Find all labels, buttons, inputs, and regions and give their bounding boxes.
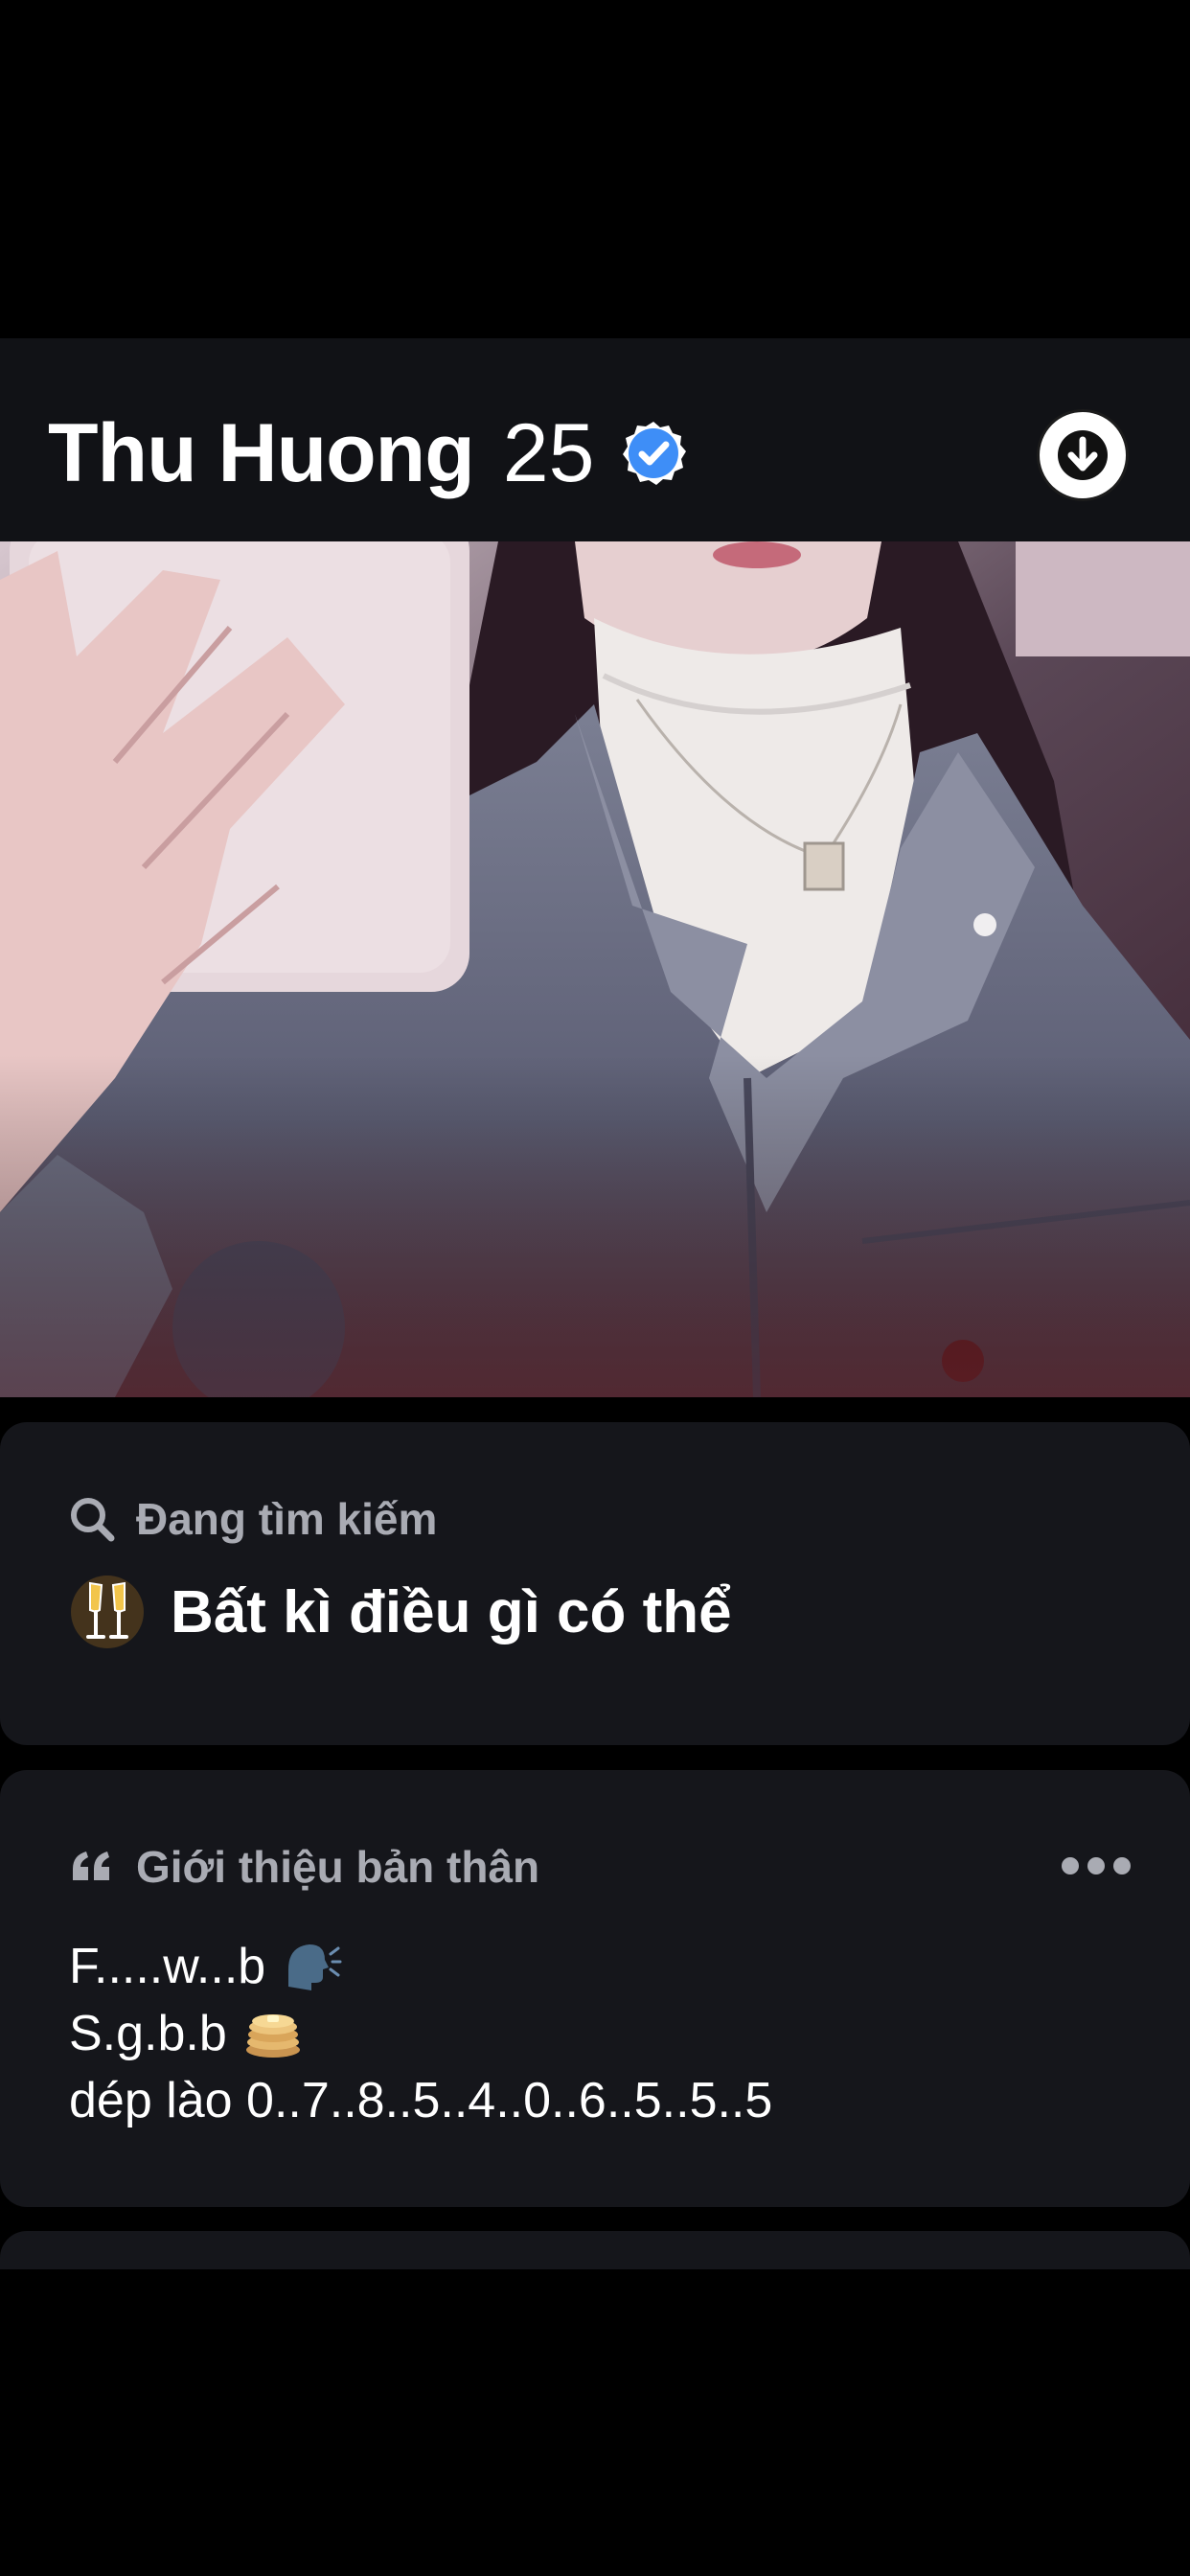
more-options-button[interactable]: [1062, 1854, 1131, 1877]
more-dots-icon: [1062, 1857, 1079, 1874]
search-icon: [69, 1496, 115, 1542]
download-button[interactable]: [1037, 409, 1129, 501]
profile-photo-image: [0, 541, 1190, 1397]
more-dots-icon: [1113, 1857, 1131, 1874]
looking-for-value: Bất kì điều gì có thể: [69, 1574, 732, 1650]
bio-line: dép lào 0..7..8..5..4..0..6..5..5..5: [69, 2067, 772, 2134]
about-me-title: Giới thiệu bản thân: [69, 1841, 539, 1893]
pancakes-icon: [242, 2006, 304, 2061]
bio-line-text: dép lào 0..7..8..5..4..0..6..5..5..5: [69, 2073, 773, 2128]
about-me-card: Giới thiệu bản thân F.....w...b S.g.b.b: [0, 1770, 1190, 2207]
profile-header: Thu Huong 25: [0, 338, 1190, 541]
champagne-glasses-icon: [69, 1574, 146, 1650]
bio-line-text: F.....w...b: [69, 1939, 266, 1994]
profile-screen: Thu Huong 25 Đang tìm kiếm Bất kì điều g…: [0, 0, 1190, 2576]
profile-photo[interactable]: [0, 541, 1190, 1397]
verified-badge-icon: [619, 419, 688, 488]
profile-age: 25: [502, 406, 595, 499]
looking-for-title: Đang tìm kiếm: [69, 1493, 437, 1545]
bio-line-text: S.g.b.b: [69, 2006, 227, 2061]
name-row: Thu Huong 25: [48, 405, 688, 501]
more-dots-icon: [1087, 1857, 1105, 1874]
bio-text: F.....w...b S.g.b.b dép lào 0..7..8..5..…: [69, 1933, 772, 2134]
quote-icon: [69, 1844, 115, 1890]
speaking-head-icon: [281, 1939, 342, 1994]
arrow-down-icon: [1058, 430, 1108, 480]
looking-for-label: Đang tìm kiếm: [136, 1494, 438, 1544]
about-me-label: Giới thiệu bản thân: [136, 1842, 540, 1892]
looking-for-card: Đang tìm kiếm Bất kì điều gì có thể: [0, 1422, 1190, 1745]
looking-for-text: Bất kì điều gì có thể: [171, 1578, 732, 1645]
profile-name: Thu Huong: [48, 406, 475, 499]
next-card-peek: [0, 2231, 1190, 2269]
bio-line: S.g.b.b: [69, 2000, 772, 2067]
bio-line: F.....w...b: [69, 1933, 772, 2000]
